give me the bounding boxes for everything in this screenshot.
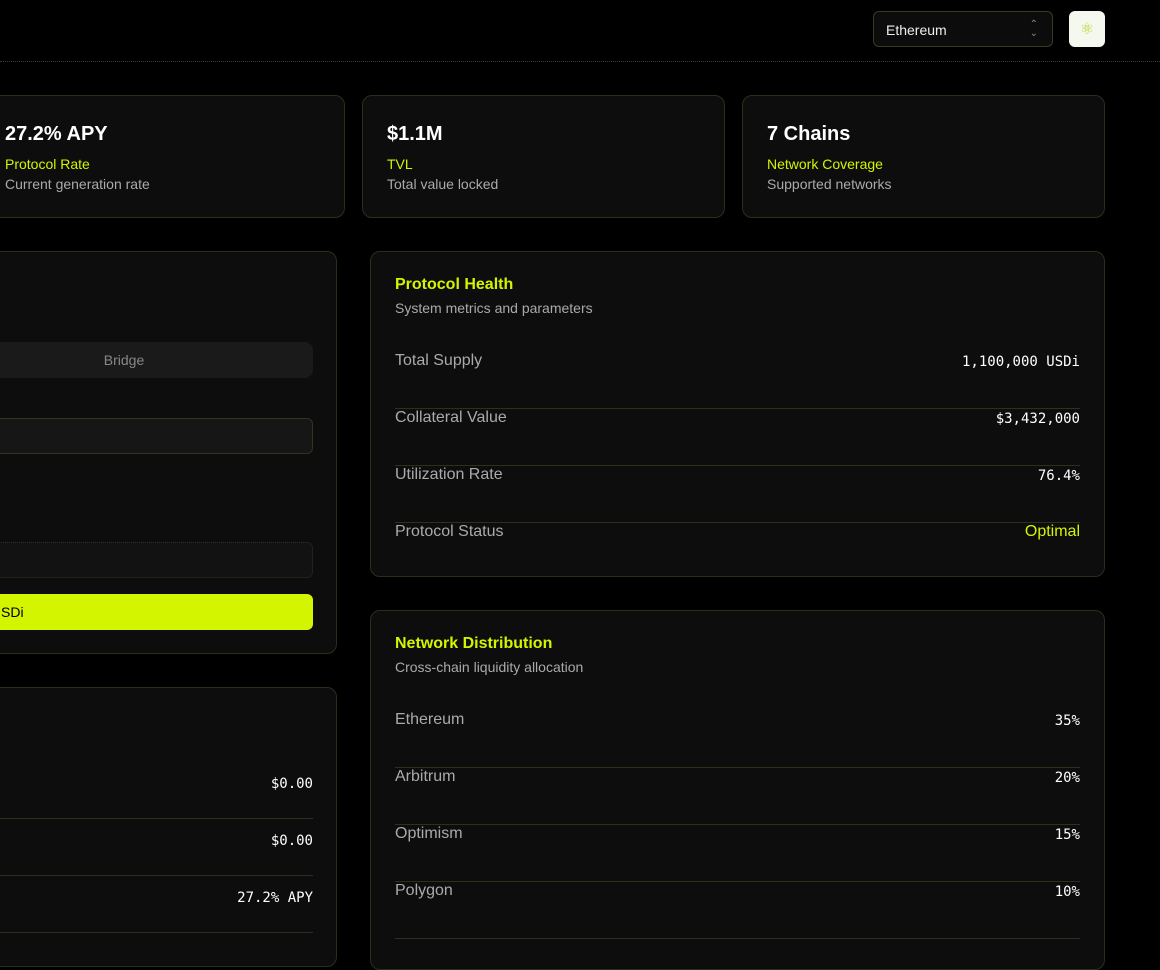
stat-sub: Total value locked <box>387 176 499 192</box>
metric-row: Total Supply 1,100,000 USDi <box>395 352 1080 409</box>
stat-card-tvl: $1.1M TVL Total value locked <box>362 95 725 218</box>
amount-input[interactable] <box>0 418 313 454</box>
position-panel: $0.00 $0.00 27.2% APY <box>0 687 337 967</box>
status-badge: Optimal <box>1024 523 1080 540</box>
card-title: Network Distribution <box>395 635 553 652</box>
network-row: Optimism 15% <box>395 825 1080 882</box>
protocol-health-card: Protocol Health System metrics and param… <box>370 251 1105 577</box>
stat-label: Network Coverage <box>767 156 883 172</box>
metric-row: Protocol Status Optimal <box>395 523 1080 540</box>
stat-sub: Supported networks <box>767 176 892 192</box>
card-title: Protocol Health <box>395 276 514 293</box>
stat-card-network-coverage: 7 Chains Network Coverage Supported netw… <box>742 95 1105 218</box>
atom-icon: ⚛ <box>1079 21 1095 38</box>
stat-card-protocol-rate: 27.2% APY Protocol Rate Current generati… <box>0 95 345 218</box>
chevron-updown-icon: ⌃ ⌄ <box>1029 19 1038 39</box>
stat-sub: Current generation rate <box>5 176 150 192</box>
network-select-value: Ethereum <box>886 22 947 38</box>
metric-row: Utilization Rate 76.4% <box>395 466 1080 523</box>
position-row: $0.00 <box>0 762 313 819</box>
network-row: Polygon 10% <box>395 882 1080 939</box>
network-row: Arbitrum 20% <box>395 768 1080 825</box>
position-row: 27.2% APY <box>0 876 313 933</box>
card-subtitle: Cross-chain liquidity allocation <box>395 659 584 675</box>
top-bar: Ethereum ⌃ ⌄ ⚛ <box>0 0 1160 62</box>
tab-bridge[interactable]: Bridge <box>0 342 313 378</box>
submit-button[interactable]: SDi <box>0 594 313 630</box>
network-row: Ethereum 35% <box>395 711 1080 768</box>
metric-row: Collateral Value $3,432,000 <box>395 409 1080 466</box>
network-distribution-card: Network Distribution Cross-chain liquidi… <box>370 610 1105 970</box>
action-panel: Bridge SDi <box>0 251 337 654</box>
stat-label: TVL <box>387 156 413 172</box>
network-select[interactable]: Ethereum ⌃ ⌄ <box>873 11 1053 47</box>
stat-label: Protocol Rate <box>5 156 90 172</box>
stat-value: 27.2% APY <box>5 123 108 145</box>
output-input[interactable] <box>0 542 313 578</box>
card-subtitle: System metrics and parameters <box>395 300 593 316</box>
stat-value: $1.1M <box>387 123 443 145</box>
position-row: $0.00 <box>0 819 313 876</box>
app-logo-button[interactable]: ⚛ <box>1069 11 1105 47</box>
stat-value: 7 Chains <box>767 123 851 145</box>
